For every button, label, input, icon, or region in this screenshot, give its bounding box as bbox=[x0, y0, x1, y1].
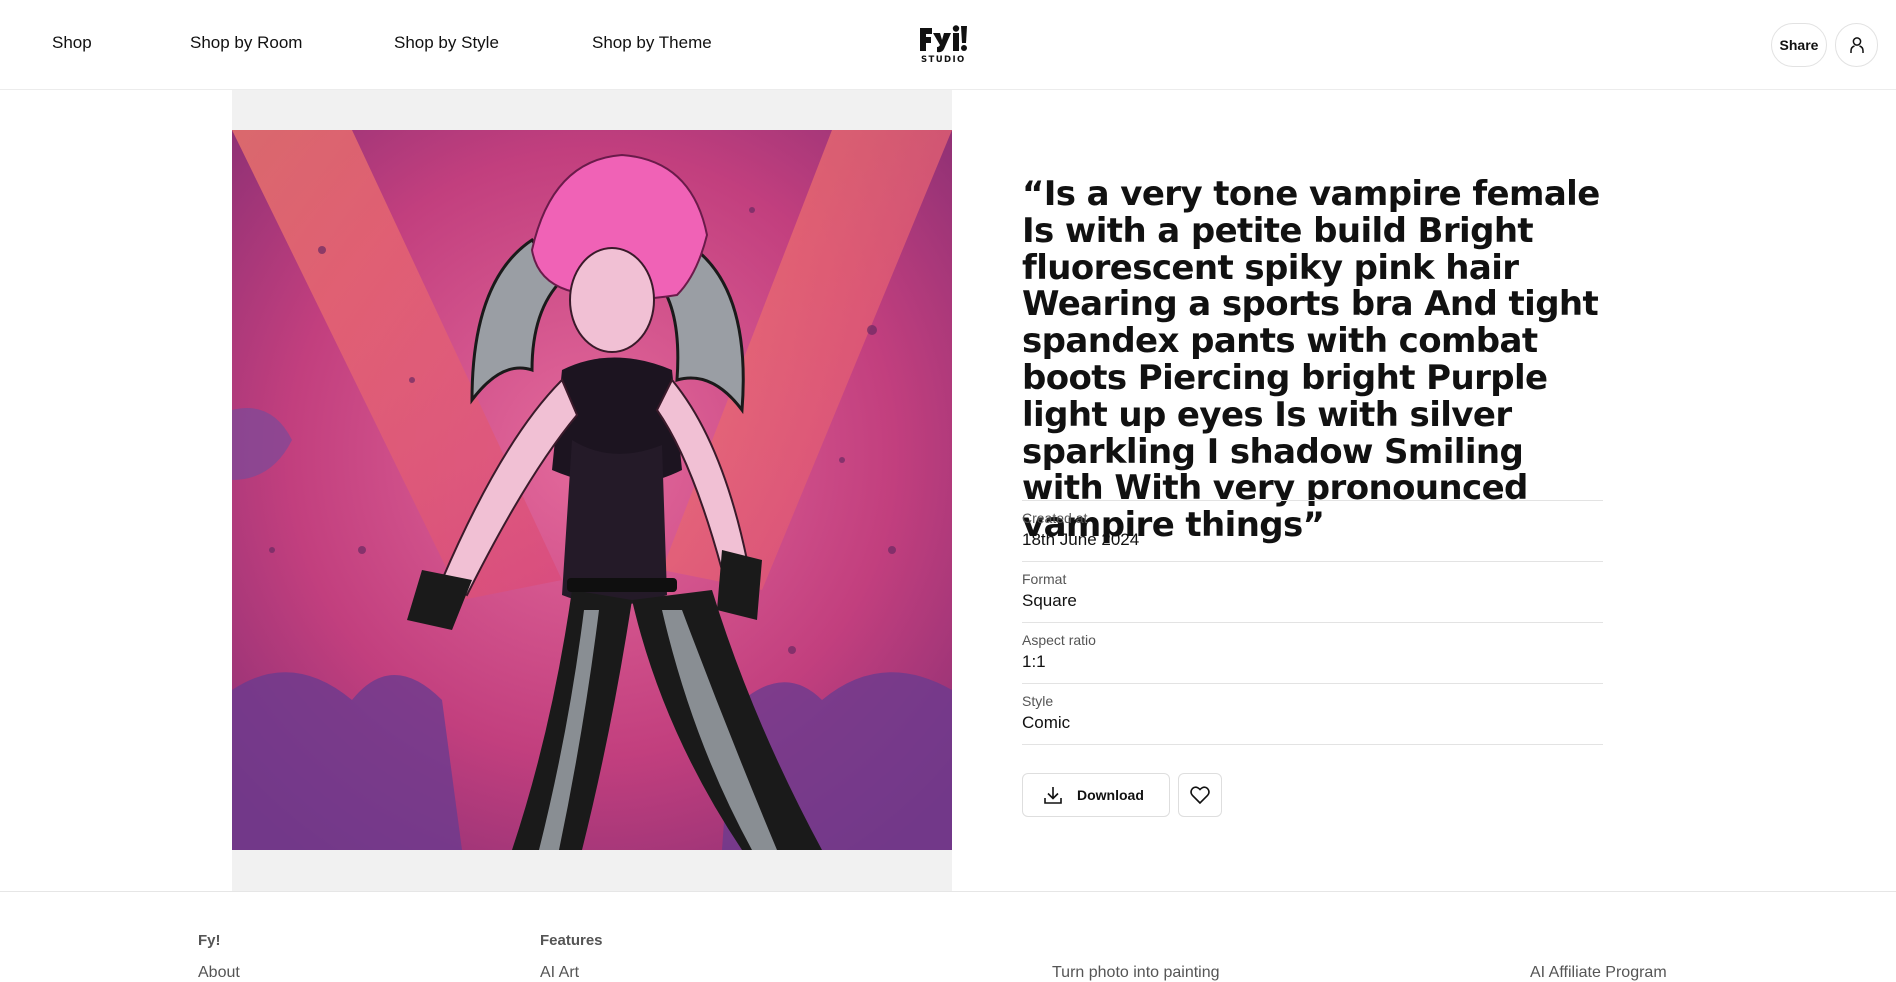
fyi-studio-logo[interactable]: STUDIO bbox=[918, 24, 970, 65]
detail-label: Created at bbox=[1022, 510, 1088, 526]
detail-value: 18th June 2024 bbox=[1022, 530, 1140, 549]
download-label: Download bbox=[1077, 787, 1144, 803]
footer-link-affiliate[interactable]: AI Affiliate Program bbox=[1530, 964, 1667, 982]
detail-label: Style bbox=[1022, 693, 1054, 709]
footer-heading-features: Features bbox=[540, 932, 603, 949]
detail-format: Format Square bbox=[1022, 561, 1603, 622]
nav-shop[interactable]: Shop bbox=[52, 33, 92, 53]
download-icon bbox=[1044, 787, 1062, 804]
detail-label: Aspect ratio bbox=[1022, 632, 1096, 648]
detail-created-at: Created at 18th June 2024 bbox=[1022, 500, 1603, 561]
artwork-image[interactable] bbox=[232, 130, 952, 850]
detail-value: Comic bbox=[1022, 713, 1071, 732]
footer-link-about[interactable]: About bbox=[198, 964, 240, 982]
footer-link-ai-art[interactable]: AI Art bbox=[540, 964, 579, 982]
favorite-button[interactable] bbox=[1178, 773, 1222, 817]
footer-link-photo-to-painting[interactable]: Turn photo into painting bbox=[1052, 964, 1220, 982]
details-divider bbox=[1022, 744, 1603, 745]
nav-shop-by-style[interactable]: Shop by Style bbox=[394, 33, 499, 53]
prompt-title: “Is a very tone vampire female Is with a… bbox=[1022, 174, 1600, 546]
nav-shop-by-theme[interactable]: Shop by Theme bbox=[592, 33, 712, 53]
detail-label: Format bbox=[1022, 571, 1067, 587]
user-icon bbox=[1849, 37, 1864, 53]
nav-shop-by-room[interactable]: Shop by Room bbox=[190, 33, 302, 53]
detail-value: Square bbox=[1022, 591, 1077, 610]
artwork-illustration bbox=[232, 130, 952, 850]
heart-icon bbox=[1190, 786, 1210, 805]
footer-heading-fyi: Fy! bbox=[198, 932, 221, 949]
detail-style: Style Comic bbox=[1022, 683, 1603, 744]
account-button[interactable] bbox=[1835, 23, 1878, 67]
detail-aspect-ratio: Aspect ratio 1:1 bbox=[1022, 622, 1603, 683]
detail-value: 1:1 bbox=[1022, 652, 1046, 671]
share-button[interactable]: Share bbox=[1771, 23, 1827, 67]
download-button[interactable]: Download bbox=[1022, 773, 1170, 817]
svg-text:STUDIO: STUDIO bbox=[921, 55, 966, 64]
logo-mark: STUDIO bbox=[920, 25, 967, 65]
site-footer: Fy! About Features AI Art Turn photo int… bbox=[0, 891, 1896, 982]
site-header: Shop Shop by Room Shop by Style Shop by … bbox=[0, 0, 1896, 90]
